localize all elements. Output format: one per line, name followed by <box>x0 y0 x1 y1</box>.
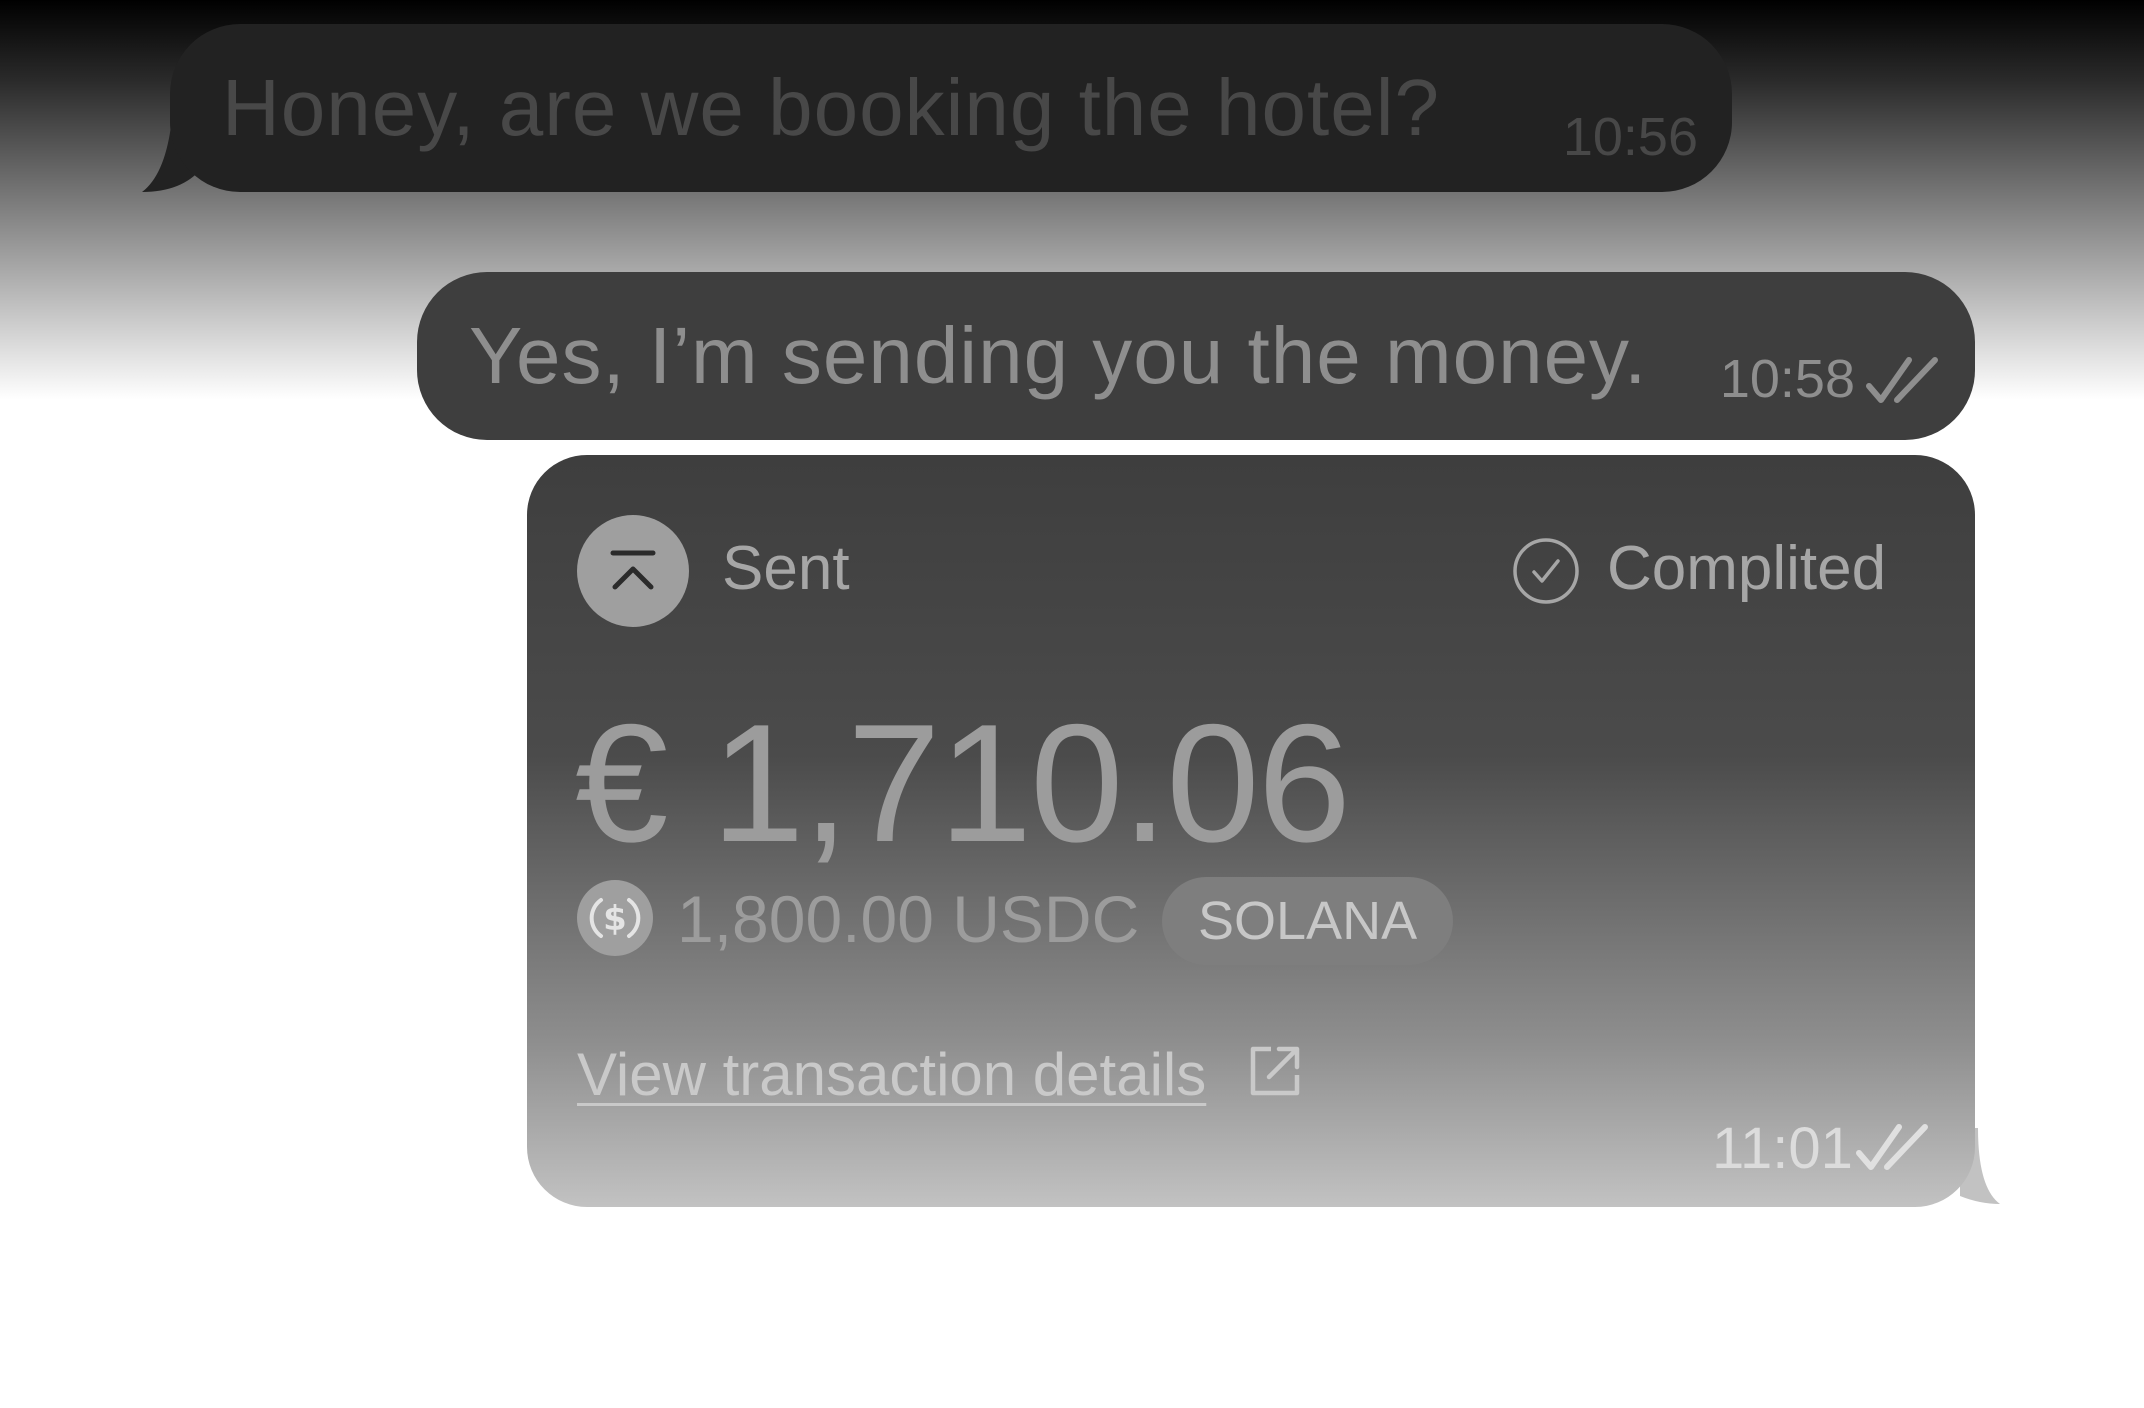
send-up-arrow-icon <box>577 515 689 627</box>
svg-text:$: $ <box>603 899 627 939</box>
fiat-amount: € 1,710.06 <box>575 689 1351 877</box>
network-badge: SOLANA <box>1162 877 1454 965</box>
card-timestamp: 11:01 <box>1712 1116 1853 1181</box>
message-timestamp: 10:56 <box>1562 107 1698 167</box>
external-link-icon[interactable] <box>1247 1043 1303 1099</box>
transfer-direction-label: Sent <box>722 534 850 603</box>
double-check-icon <box>1856 1124 1928 1170</box>
transfer-status-label: Complited <box>1607 534 1887 603</box>
incoming-message-bubble[interactable]: Honey, are we booking the hotel? 10:56 <box>170 24 1732 192</box>
message-text: Honey, are we booking the hotel? <box>222 63 1440 152</box>
double-check-icon <box>1866 357 1938 403</box>
transfer-card[interactable]: Sent Complited € 1,710.06 $ 1,800.00 USD… <box>527 455 1975 1207</box>
view-transaction-details-link[interactable]: View transaction details <box>577 1040 1206 1109</box>
crypto-amount: 1,800.00 USDC <box>677 882 1140 956</box>
check-circle-icon <box>1513 538 1579 604</box>
message-text: Yes, I’m sending you the money. <box>469 311 1648 400</box>
message-timestamp: 10:58 <box>1719 349 1855 409</box>
outgoing-message-bubble[interactable]: Yes, I’m sending you the money. 10:58 <box>417 272 1975 440</box>
usdc-icon: $ <box>577 880 653 956</box>
